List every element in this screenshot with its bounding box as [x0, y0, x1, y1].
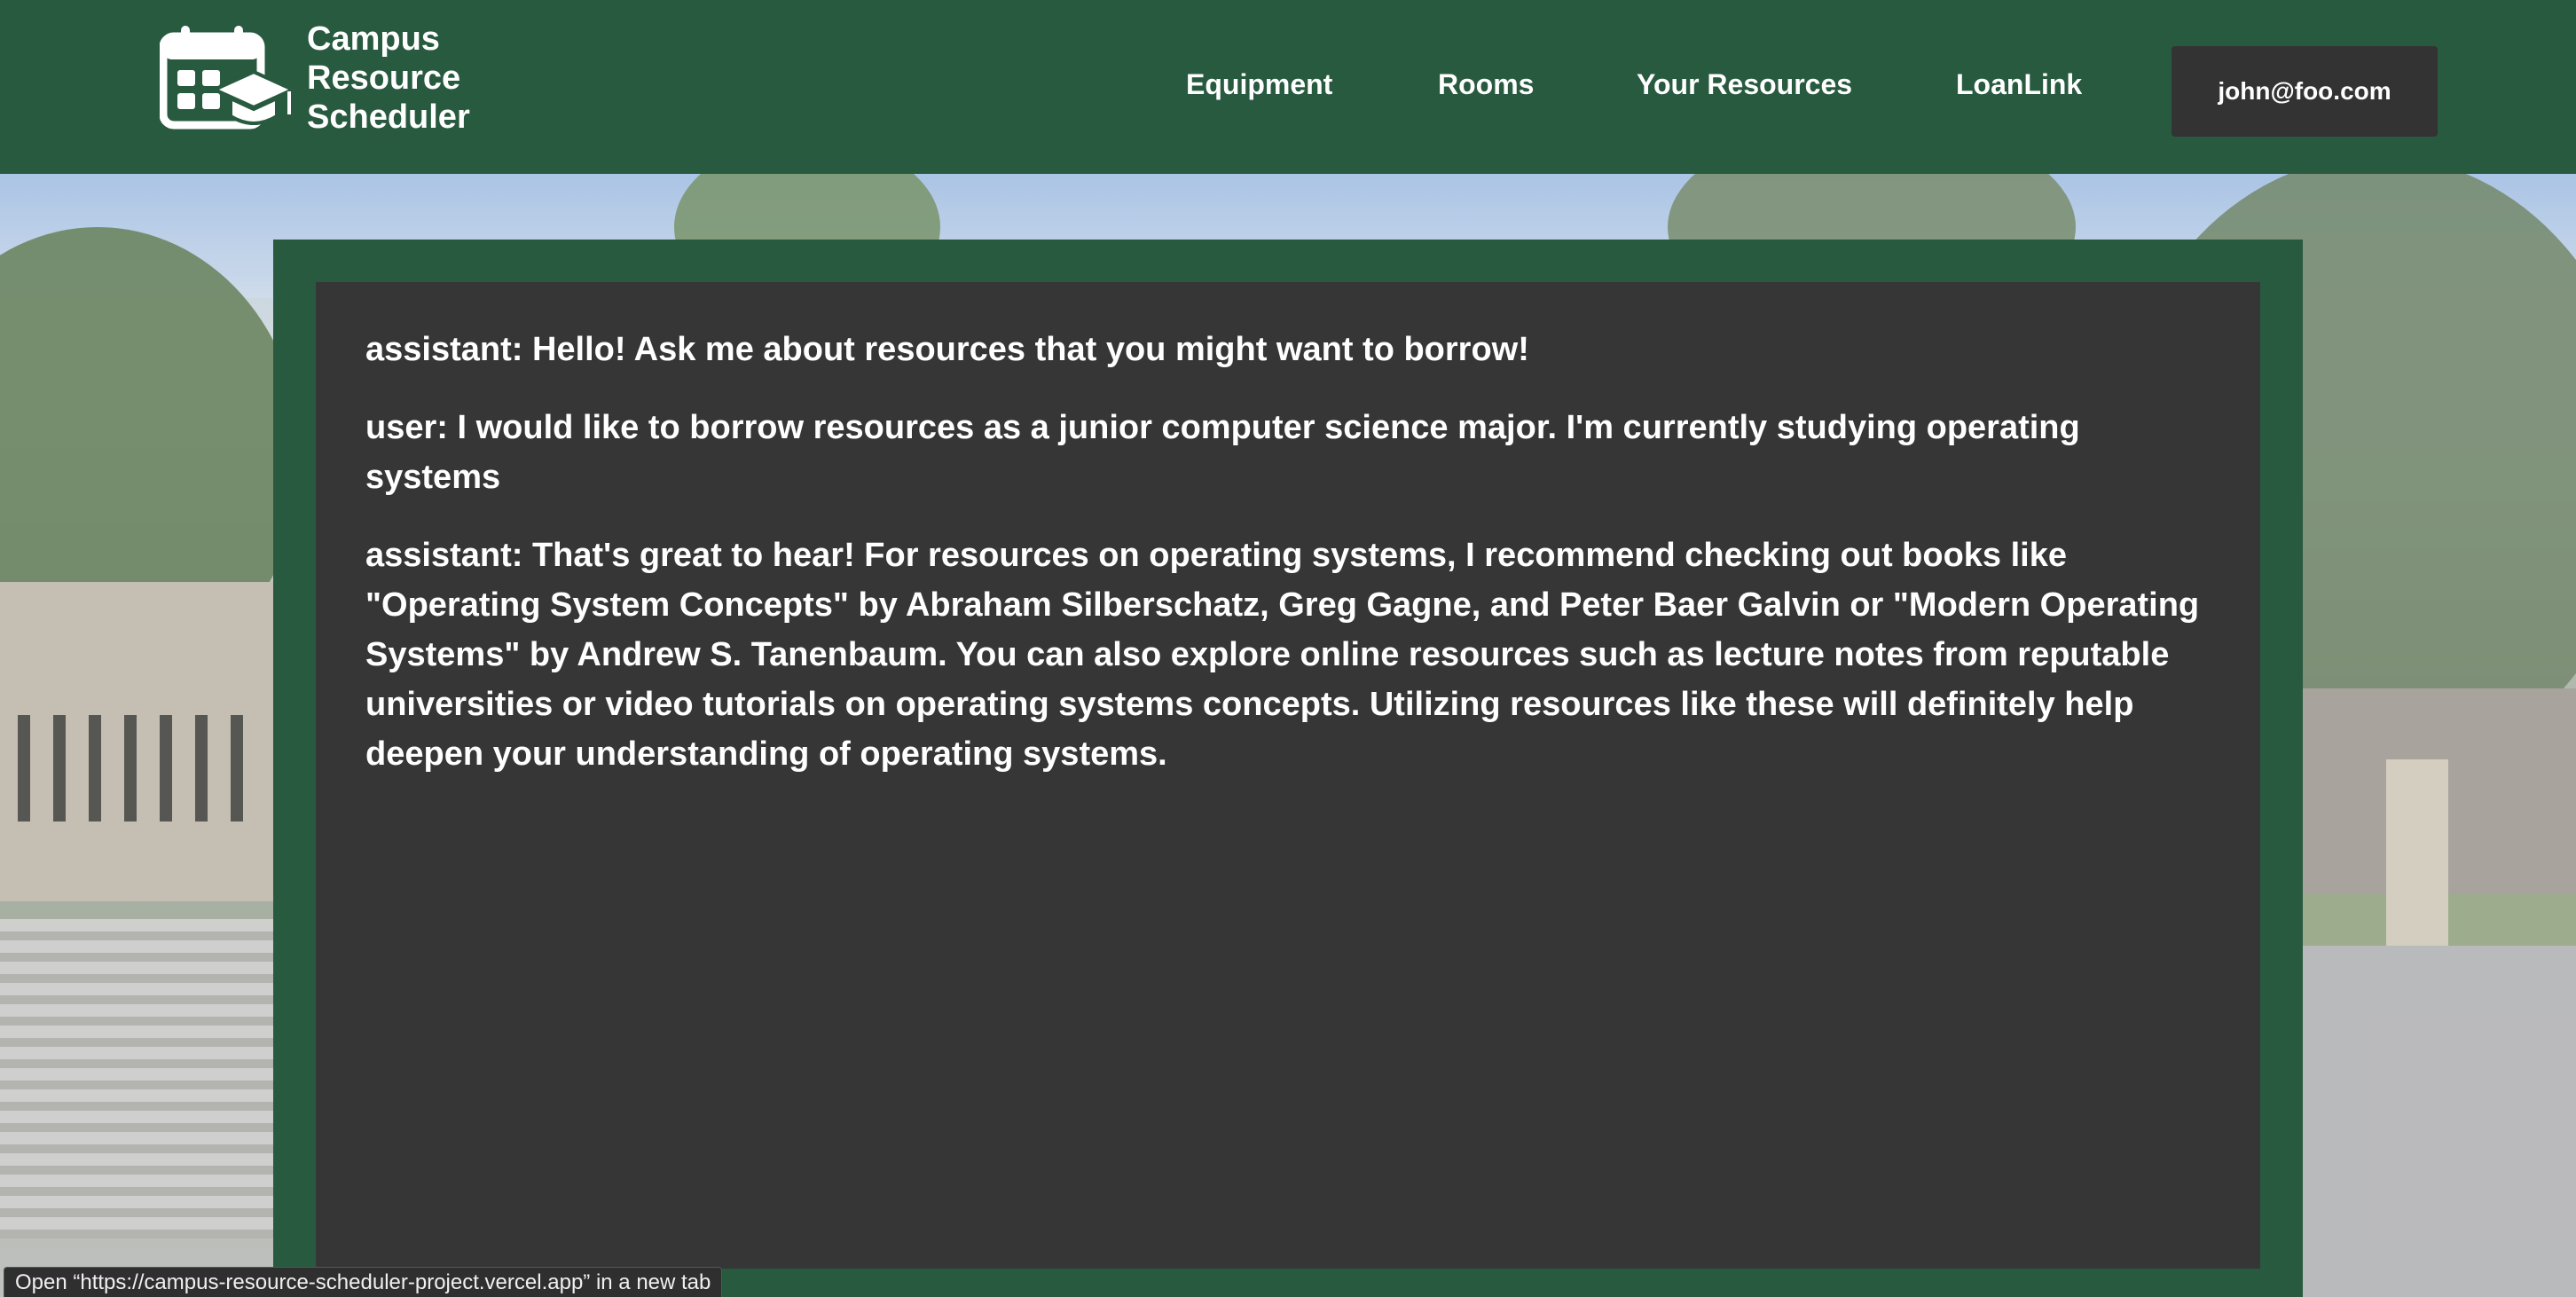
chat-message-user: user: I would like to borrow resources a…	[365, 409, 2080, 496]
chat-window[interactable]: assistant: Hello! Ask me about resources…	[316, 282, 2260, 1269]
nav-link-rooms[interactable]: Rooms	[1438, 62, 1534, 106]
nav-link-loanlink[interactable]: LoanLink	[1956, 62, 2082, 106]
chat-message-assistant: assistant: That's great to hear! For res…	[365, 537, 2200, 773]
chat-messages: assistant: Hello! Ask me about resources…	[365, 325, 2211, 807]
brand-name: Campus Resource Scheduler	[307, 20, 470, 136]
brand-logo-link[interactable]: Campus Resource Scheduler	[160, 20, 470, 137]
nav-link-equipment[interactable]: Equipment	[1186, 62, 1332, 106]
nav-link-your-resources[interactable]: Your Resources	[1637, 62, 1852, 106]
calendar-graduation-cap-icon	[160, 26, 293, 130]
user-account-button[interactable]: john@foo.com	[2172, 46, 2438, 137]
chat-panel-frame: assistant: Hello! Ask me about resources…	[273, 240, 2303, 1297]
browser-status-tooltip: Open “https://campus-resource-scheduler-…	[4, 1267, 723, 1297]
chat-message-assistant: assistant: Hello! Ask me about resources…	[365, 331, 1529, 368]
top-navigation-bar: Campus Resource Scheduler Equipment Room…	[0, 0, 2576, 174]
